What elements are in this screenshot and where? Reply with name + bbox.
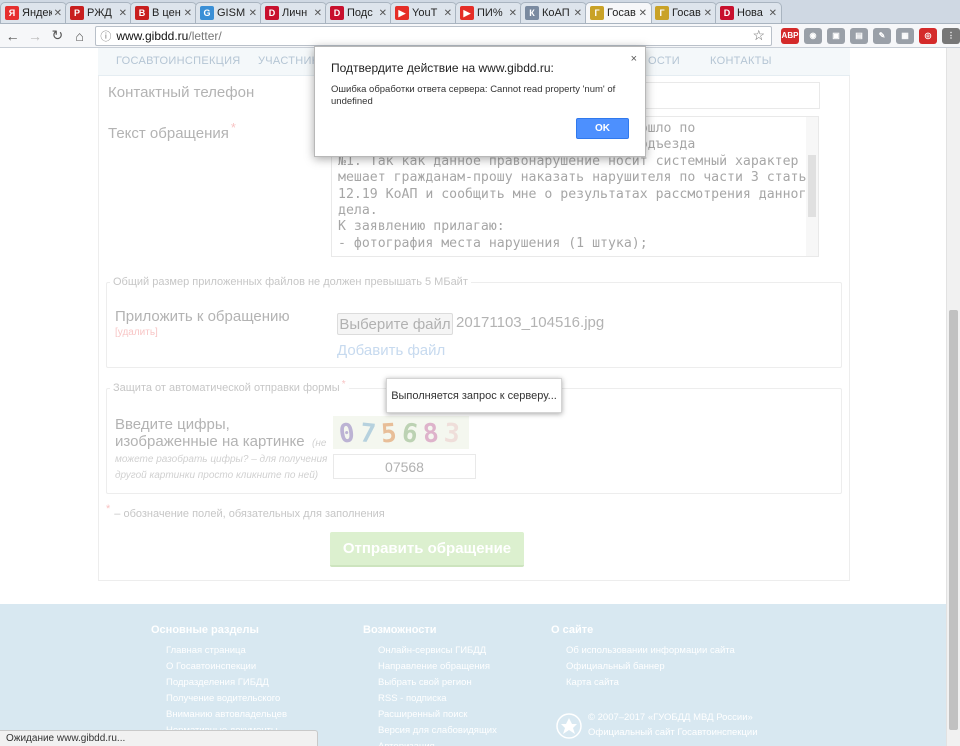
extension-icon[interactable]: ✎ [873, 27, 891, 44]
tab-favicon-icon: Г [590, 6, 604, 20]
browser-tab[interactable]: ЯЯндекс✕ [0, 2, 67, 23]
tab-favicon-icon: К [525, 6, 539, 20]
browser-tab[interactable]: Г Госав ✕ [585, 2, 652, 23]
extension-icon[interactable]: ABP [781, 27, 799, 44]
browser-tab[interactable]: D Подс ✕ [325, 2, 392, 23]
tab-favicon-icon: В [135, 6, 149, 20]
tab-close-icon[interactable]: ✕ [574, 8, 582, 19]
extension-icon[interactable]: ▦ [896, 27, 914, 44]
tab-title: Нова [737, 7, 763, 19]
browser-tab[interactable]: D Личн ✕ [260, 2, 327, 23]
page-scroll-thumb[interactable] [949, 310, 958, 730]
tab-favicon-icon: ▶ [460, 6, 474, 20]
tab-favicon-icon: G [200, 6, 214, 20]
close-icon[interactable]: × [631, 53, 637, 65]
tab-title: Личн [282, 7, 308, 19]
tab-favicon-icon: Я [5, 6, 19, 20]
tab-title: КоАП [542, 7, 570, 19]
browser-tab[interactable]: К КоАП ✕ [520, 2, 587, 23]
tab-close-icon[interactable]: ✕ [119, 8, 127, 19]
dialog-title: Подтвердите действие на www.gibdd.ru: [331, 61, 554, 75]
tab-favicon-icon: D [265, 6, 279, 20]
browser-tab[interactable]: G GISM ✕ [195, 2, 262, 23]
ok-button[interactable]: OK [576, 118, 629, 139]
tab-title: Яндекс [22, 7, 52, 19]
tab-title: В цен [152, 7, 181, 19]
tab-close-icon[interactable]: ✕ [249, 8, 257, 19]
tab-close-icon[interactable]: ✕ [314, 8, 322, 19]
extension-icon[interactable]: ◉ [804, 27, 822, 44]
tab-close-icon[interactable]: ✕ [509, 8, 517, 19]
browser-tab[interactable]: ВВ цен ✕ [130, 2, 197, 23]
address-bar[interactable]: ⓘ www.gibdd.ru/letter/ ☆ [95, 25, 772, 46]
status-bar: Ожидание www.gibdd.ru... [0, 730, 318, 746]
tab-close-icon[interactable]: ✕ [54, 8, 62, 19]
tab-favicon-icon: Г [655, 6, 669, 20]
loading-popup: Выполняется запрос к серверу... [386, 378, 562, 413]
tab-title: Госав [672, 7, 701, 19]
tab-close-icon[interactable]: ✕ [444, 8, 452, 19]
extension-icon[interactable]: ◎ [919, 27, 937, 44]
url-path: /letter/ [188, 28, 222, 43]
page-scrollbar[interactable] [946, 48, 960, 746]
forward-arrow-icon[interactable]: → [25, 26, 44, 46]
tab-title: ПИ% [477, 7, 503, 19]
tab-title: Госав [607, 7, 636, 19]
tab-close-icon[interactable]: ✕ [379, 8, 387, 19]
tab-title: GISM [217, 7, 246, 19]
extension-icon[interactable]: ⋮ [942, 27, 960, 44]
extension-icon[interactable]: ▤ [850, 27, 868, 44]
browser-tab[interactable]: Г Госав ✕ [650, 2, 717, 23]
tab-title: РЖД [87, 7, 112, 19]
reload-icon[interactable]: ↻ [48, 26, 67, 46]
browser-tab[interactable]: ▶ ПИ% ✕ [455, 2, 522, 23]
tab-close-icon[interactable]: ✕ [639, 8, 647, 19]
home-icon[interactable]: ⌂ [70, 26, 89, 46]
tab-strip: ЯЯндекс✕РРЖД✕ВВ цен✕GGISM✕DЛичн✕DПодс✕▶Y… [0, 0, 960, 24]
tab-title: Подс [347, 7, 373, 19]
page-info-icon[interactable]: ⓘ [100, 28, 111, 44]
browser-toolbar: ← → ↻ ⌂ ⓘ www.gibdd.ru/letter/ ☆ ABP ◉ ▣ ▤ ✎… [0, 24, 960, 48]
tab-close-icon[interactable]: ✕ [704, 8, 712, 19]
browser-tab[interactable]: D Нова ✕ [715, 2, 782, 23]
url-host: www.gibdd.ru [116, 28, 189, 43]
browser-tab[interactable]: ▶ YouT ✕ [390, 2, 457, 23]
extensions-area: ABP ◉ ▣ ▤ ✎ ▦ ◎ ⋮ [776, 27, 960, 44]
tab-close-icon[interactable]: ✕ [184, 8, 192, 19]
dialog-message: Ошибка обработки ответа сервера: Cannot … [331, 84, 616, 107]
tab-close-icon[interactable]: ✕ [769, 8, 777, 19]
tab-favicon-icon: ▶ [395, 6, 409, 20]
tab-favicon-icon: D [720, 6, 734, 20]
browser-tab[interactable]: Р РЖД ✕ [65, 2, 132, 23]
tab-favicon-icon: D [330, 6, 344, 20]
extension-icon[interactable]: ▣ [827, 27, 845, 44]
tab-title: YouT [412, 7, 438, 19]
tab-favicon-icon: Р [70, 6, 84, 20]
back-arrow-icon[interactable]: ← [3, 26, 22, 46]
bookmark-star-icon[interactable]: ☆ [752, 27, 765, 44]
alert-dialog: × Подтвердите действие на www.gibdd.ru: … [314, 46, 646, 157]
